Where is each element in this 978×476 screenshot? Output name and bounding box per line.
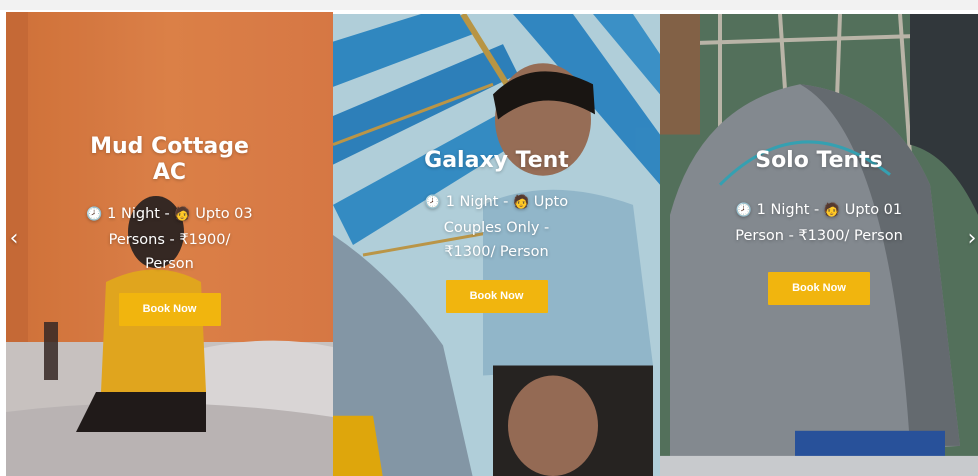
- card-title: Galaxy Tent: [424, 148, 569, 173]
- book-now-button[interactable]: Book Now: [768, 272, 870, 305]
- card-galaxy-tent: Galaxy Tent 🕗 1 Night - 🧑 Upto Couples O…: [333, 14, 660, 476]
- card-mud-cottage-ac: Mud Cottage AC 🕗 1 Night - 🧑 Upto 03 Per…: [6, 12, 333, 476]
- carousel-next-arrow-icon[interactable]: ›: [962, 225, 978, 253]
- card-info: 🕗 1 Night - 🧑 Upto Couples Only - ₹1300/…: [422, 190, 572, 265]
- clock-icon: 🕗: [424, 195, 442, 210]
- clock-icon: 🕗: [735, 203, 753, 218]
- card-info: 🕗 1 Night - 🧑 Upto 03 Persons - ₹1900/ P…: [85, 202, 255, 277]
- card-info: 🕗 1 Night - 🧑 Upto 01 Person - ₹1300/ Pe…: [734, 198, 904, 248]
- carousel-prev-arrow-icon[interactable]: ‹: [4, 225, 24, 253]
- top-strip: [0, 0, 978, 10]
- book-now-button[interactable]: Book Now: [445, 279, 548, 313]
- card-content: Galaxy Tent 🕗 1 Night - 🧑 Upto Couples O…: [333, 148, 660, 313]
- accommodation-carousel: Mud Cottage AC 🕗 1 Night - 🧑 Upto 03 Per…: [0, 0, 978, 476]
- card-content: Solo Tents 🕗 1 Night - 🧑 Upto 01 Person …: [660, 148, 978, 305]
- card-content: Mud Cottage AC 🕗 1 Night - 🧑 Upto 03 Per…: [6, 134, 333, 326]
- clock-icon: 🕗: [86, 207, 103, 222]
- person-icon: 🧑: [823, 203, 841, 218]
- card-title: Solo Tents: [755, 148, 883, 173]
- person-icon: 🧑: [174, 207, 191, 222]
- person-icon: 🧑: [512, 195, 530, 210]
- info-text-prefix: 1 Night -: [756, 202, 824, 218]
- card-title: Mud Cottage AC: [90, 134, 249, 185]
- book-now-button[interactable]: Book Now: [118, 292, 221, 326]
- card-solo-tents: Solo Tents 🕗 1 Night - 🧑 Upto 01 Person …: [660, 14, 978, 476]
- info-text-prefix: 1 Night -: [445, 194, 513, 210]
- info-text-prefix: 1 Night -: [107, 206, 175, 222]
